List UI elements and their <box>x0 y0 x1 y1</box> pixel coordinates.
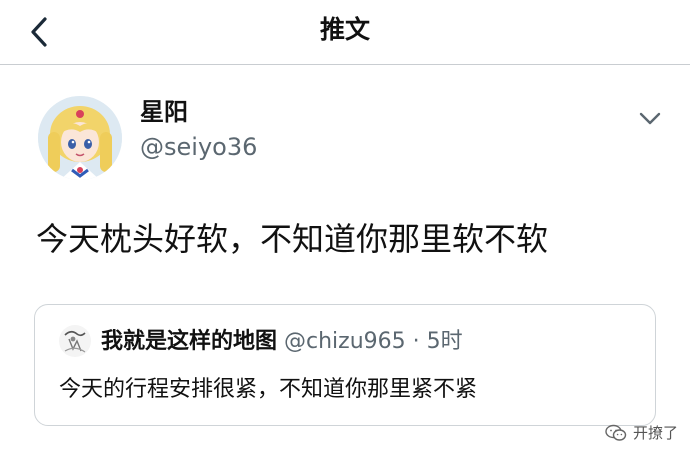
top-nav-bar: 推文 <box>0 0 690 65</box>
quoted-tweet-card[interactable]: 我就是这样的地图 @chizu965 · 5时 今天的行程安排很紧，不知道你那里… <box>34 304 656 426</box>
avatar[interactable] <box>38 96 122 180</box>
wechat-icon <box>605 424 627 441</box>
quoted-timestamp: 5时 <box>426 329 463 354</box>
watermark-text: 开撩了 <box>632 424 678 442</box>
anime-girl-avatar-image <box>38 96 122 180</box>
quoted-display-name: 我就是这样的地图 <box>101 329 278 354</box>
chevron-down-icon <box>639 112 661 125</box>
quoted-tweet-text: 今天的行程安排很紧，不知道你那里紧不紧 <box>59 377 478 402</box>
author-display-name[interactable]: 星阳 <box>140 96 188 128</box>
page-title: 推文 <box>319 15 370 44</box>
tweet-detail-page: 推文 星阳 @seiyo36 今天枕头好软，不知道你那里软不软 我就是这样的地图… <box>0 0 690 465</box>
quoted-handle: @chizu965 <box>284 329 406 354</box>
sketch-avatar-image <box>59 325 91 357</box>
quoted-avatar <box>59 325 91 357</box>
quoted-separator: · <box>412 329 420 354</box>
more-options-button[interactable] <box>632 104 668 134</box>
watermark: 开撩了 <box>605 422 678 443</box>
tweet-text: 今天枕头好软，不知道你那里软不软 <box>36 220 549 258</box>
quoted-tweet-header: 我就是这样的地图 @chizu965 · 5时 <box>101 327 463 357</box>
author-handle[interactable]: @seiyo36 <box>140 131 257 163</box>
